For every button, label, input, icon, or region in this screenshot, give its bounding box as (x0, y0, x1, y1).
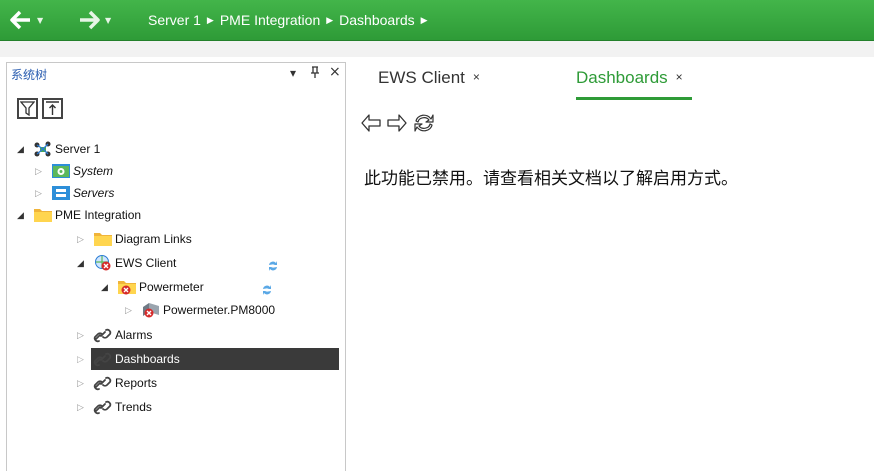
collapse-arrow-icon[interactable]: ◢ (101, 276, 108, 298)
tree-item-label: Dashboards (115, 352, 180, 366)
folder-icon (93, 231, 113, 247)
tree-item-ews-client[interactable]: ◢ EWS Client (7, 252, 337, 274)
tree-item-label: Trends (115, 400, 152, 414)
breadcrumb-item-pme-integration[interactable]: PME Integration (220, 12, 320, 28)
collapse-arrow-icon[interactable]: ◢ (17, 204, 24, 226)
folder-icon (33, 207, 53, 223)
go-to-parent-button[interactable] (42, 98, 63, 119)
pin-icon[interactable] (310, 66, 320, 81)
expand-arrow-icon[interactable]: ▷ (77, 372, 84, 394)
panel-close-icon[interactable]: × (329, 64, 341, 80)
forward-arrow-icon[interactable] (78, 10, 100, 30)
tree-item-label: Powermeter.PM8000 (163, 303, 276, 317)
back-arrow-icon[interactable] (10, 10, 32, 30)
tree-item-label: PME Integration (55, 208, 142, 222)
filter-icon (20, 101, 35, 116)
tree-item-label: Alarms (115, 328, 153, 342)
sync-status-icon (267, 257, 279, 271)
ews-client-error-icon (93, 255, 113, 271)
tree-item-label: Powermeter (139, 280, 204, 294)
expand-arrow-icon[interactable]: ▷ (35, 160, 42, 182)
tree-item-powermeter[interactable]: ◢ Powermeter (7, 276, 337, 298)
refresh-icon[interactable] (412, 112, 436, 134)
tab-close-icon[interactable]: × (676, 70, 683, 84)
tree-item-label: Server 1 (55, 142, 101, 156)
tree-item-pme-integration[interactable]: ◢ PME Integration (7, 204, 337, 226)
tab-label: EWS Client (378, 68, 465, 87)
tree-item-label: Reports (115, 376, 158, 390)
content-back-icon[interactable] (360, 112, 382, 134)
system-tree-panel: 系统树 ▾ × ◢ Server 1 ▷ System ▷ Servers ◢ PME Int… (6, 62, 346, 471)
server-network-icon (33, 141, 53, 157)
tree-item-reports[interactable]: ▷ Reports (7, 372, 337, 394)
active-tab-indicator (576, 97, 692, 100)
tree-item-trends[interactable]: ▷ Trends (7, 396, 337, 418)
breadcrumb-separator-icon[interactable]: ▶ (421, 15, 428, 25)
servers-folder-icon (51, 185, 71, 201)
expand-arrow-icon[interactable]: ▷ (35, 182, 42, 204)
expand-arrow-icon[interactable]: ▷ (77, 324, 84, 346)
link-icon (93, 351, 113, 367)
device-error-icon (141, 302, 161, 318)
breadcrumb-separator-icon: ▶ (326, 15, 334, 25)
tree-item-alarms[interactable]: ▷ Alarms (7, 324, 337, 346)
tab-dashboards[interactable]: Dashboards × (576, 68, 683, 88)
expand-arrow-icon[interactable]: ▷ (77, 348, 84, 370)
expand-arrow-icon[interactable]: ▷ (125, 299, 132, 321)
panel-title: 系统树 (11, 68, 48, 82)
breadcrumb-item-server-1[interactable]: Server 1 (148, 12, 201, 28)
tab-close-icon[interactable]: × (473, 70, 480, 84)
collapse-arrow-icon[interactable]: ◢ (77, 252, 84, 274)
tree-item-dashboards[interactable]: ▷ Dashboards (77, 348, 339, 370)
tree-item-servers[interactable]: ▷ Servers (7, 182, 337, 204)
system-gear-folder-icon (51, 163, 71, 179)
folder-error-icon (117, 279, 137, 295)
link-icon (93, 399, 113, 415)
link-icon (93, 327, 113, 343)
disabled-feature-message: 此功能已禁用。请查看相关文档以了解启用方式。 (364, 169, 738, 189)
breadcrumb-item-dashboards[interactable]: Dashboards (339, 12, 415, 28)
tree-item-diagram-links[interactable]: ▷ Diagram Links (7, 228, 337, 250)
collapse-arrow-icon[interactable]: ◢ (17, 138, 24, 160)
forward-dropdown-icon[interactable]: ▼ (105, 16, 111, 25)
tree-item-server-1[interactable]: ◢ Server 1 (7, 138, 337, 160)
tree-item-powermeter-pm8000[interactable]: ▷ Powermeter.PM8000 (7, 299, 337, 321)
tree-item-label: System (73, 164, 114, 178)
sync-status-icon (261, 281, 273, 295)
breadcrumb: Server 1 ▶ PME Integration ▶ Dashboards ▶ (148, 12, 434, 28)
tab-label: Dashboards (576, 68, 668, 87)
expand-arrow-icon[interactable]: ▷ (77, 396, 84, 418)
top-toolbar: ▼ ▼ Server 1 ▶ PME Integration ▶ Dashboards ▶ (0, 0, 874, 57)
back-dropdown-icon[interactable]: ▼ (37, 16, 43, 25)
tab-ews-client[interactable]: EWS Client × (378, 68, 480, 88)
tree-item-label: EWS Client (115, 256, 177, 270)
tab-strip: EWS Client × Dashboards × (360, 62, 874, 100)
content-forward-icon[interactable] (386, 112, 408, 134)
up-arrow-icon (46, 101, 59, 115)
tree-item-label: Servers (73, 186, 115, 200)
expand-arrow-icon[interactable]: ▷ (77, 228, 84, 250)
link-icon (93, 375, 113, 391)
navigation-bar: ▼ ▼ Server 1 ▶ PME Integration ▶ Dashboards ▶ (0, 0, 874, 41)
panel-menu-dropdown-icon[interactable]: ▾ (290, 66, 296, 80)
filter-button[interactable] (17, 98, 38, 119)
tree-item-system[interactable]: ▷ System (7, 160, 337, 182)
breadcrumb-separator-icon: ▶ (206, 15, 214, 25)
tree-item-label: Diagram Links (115, 232, 192, 246)
